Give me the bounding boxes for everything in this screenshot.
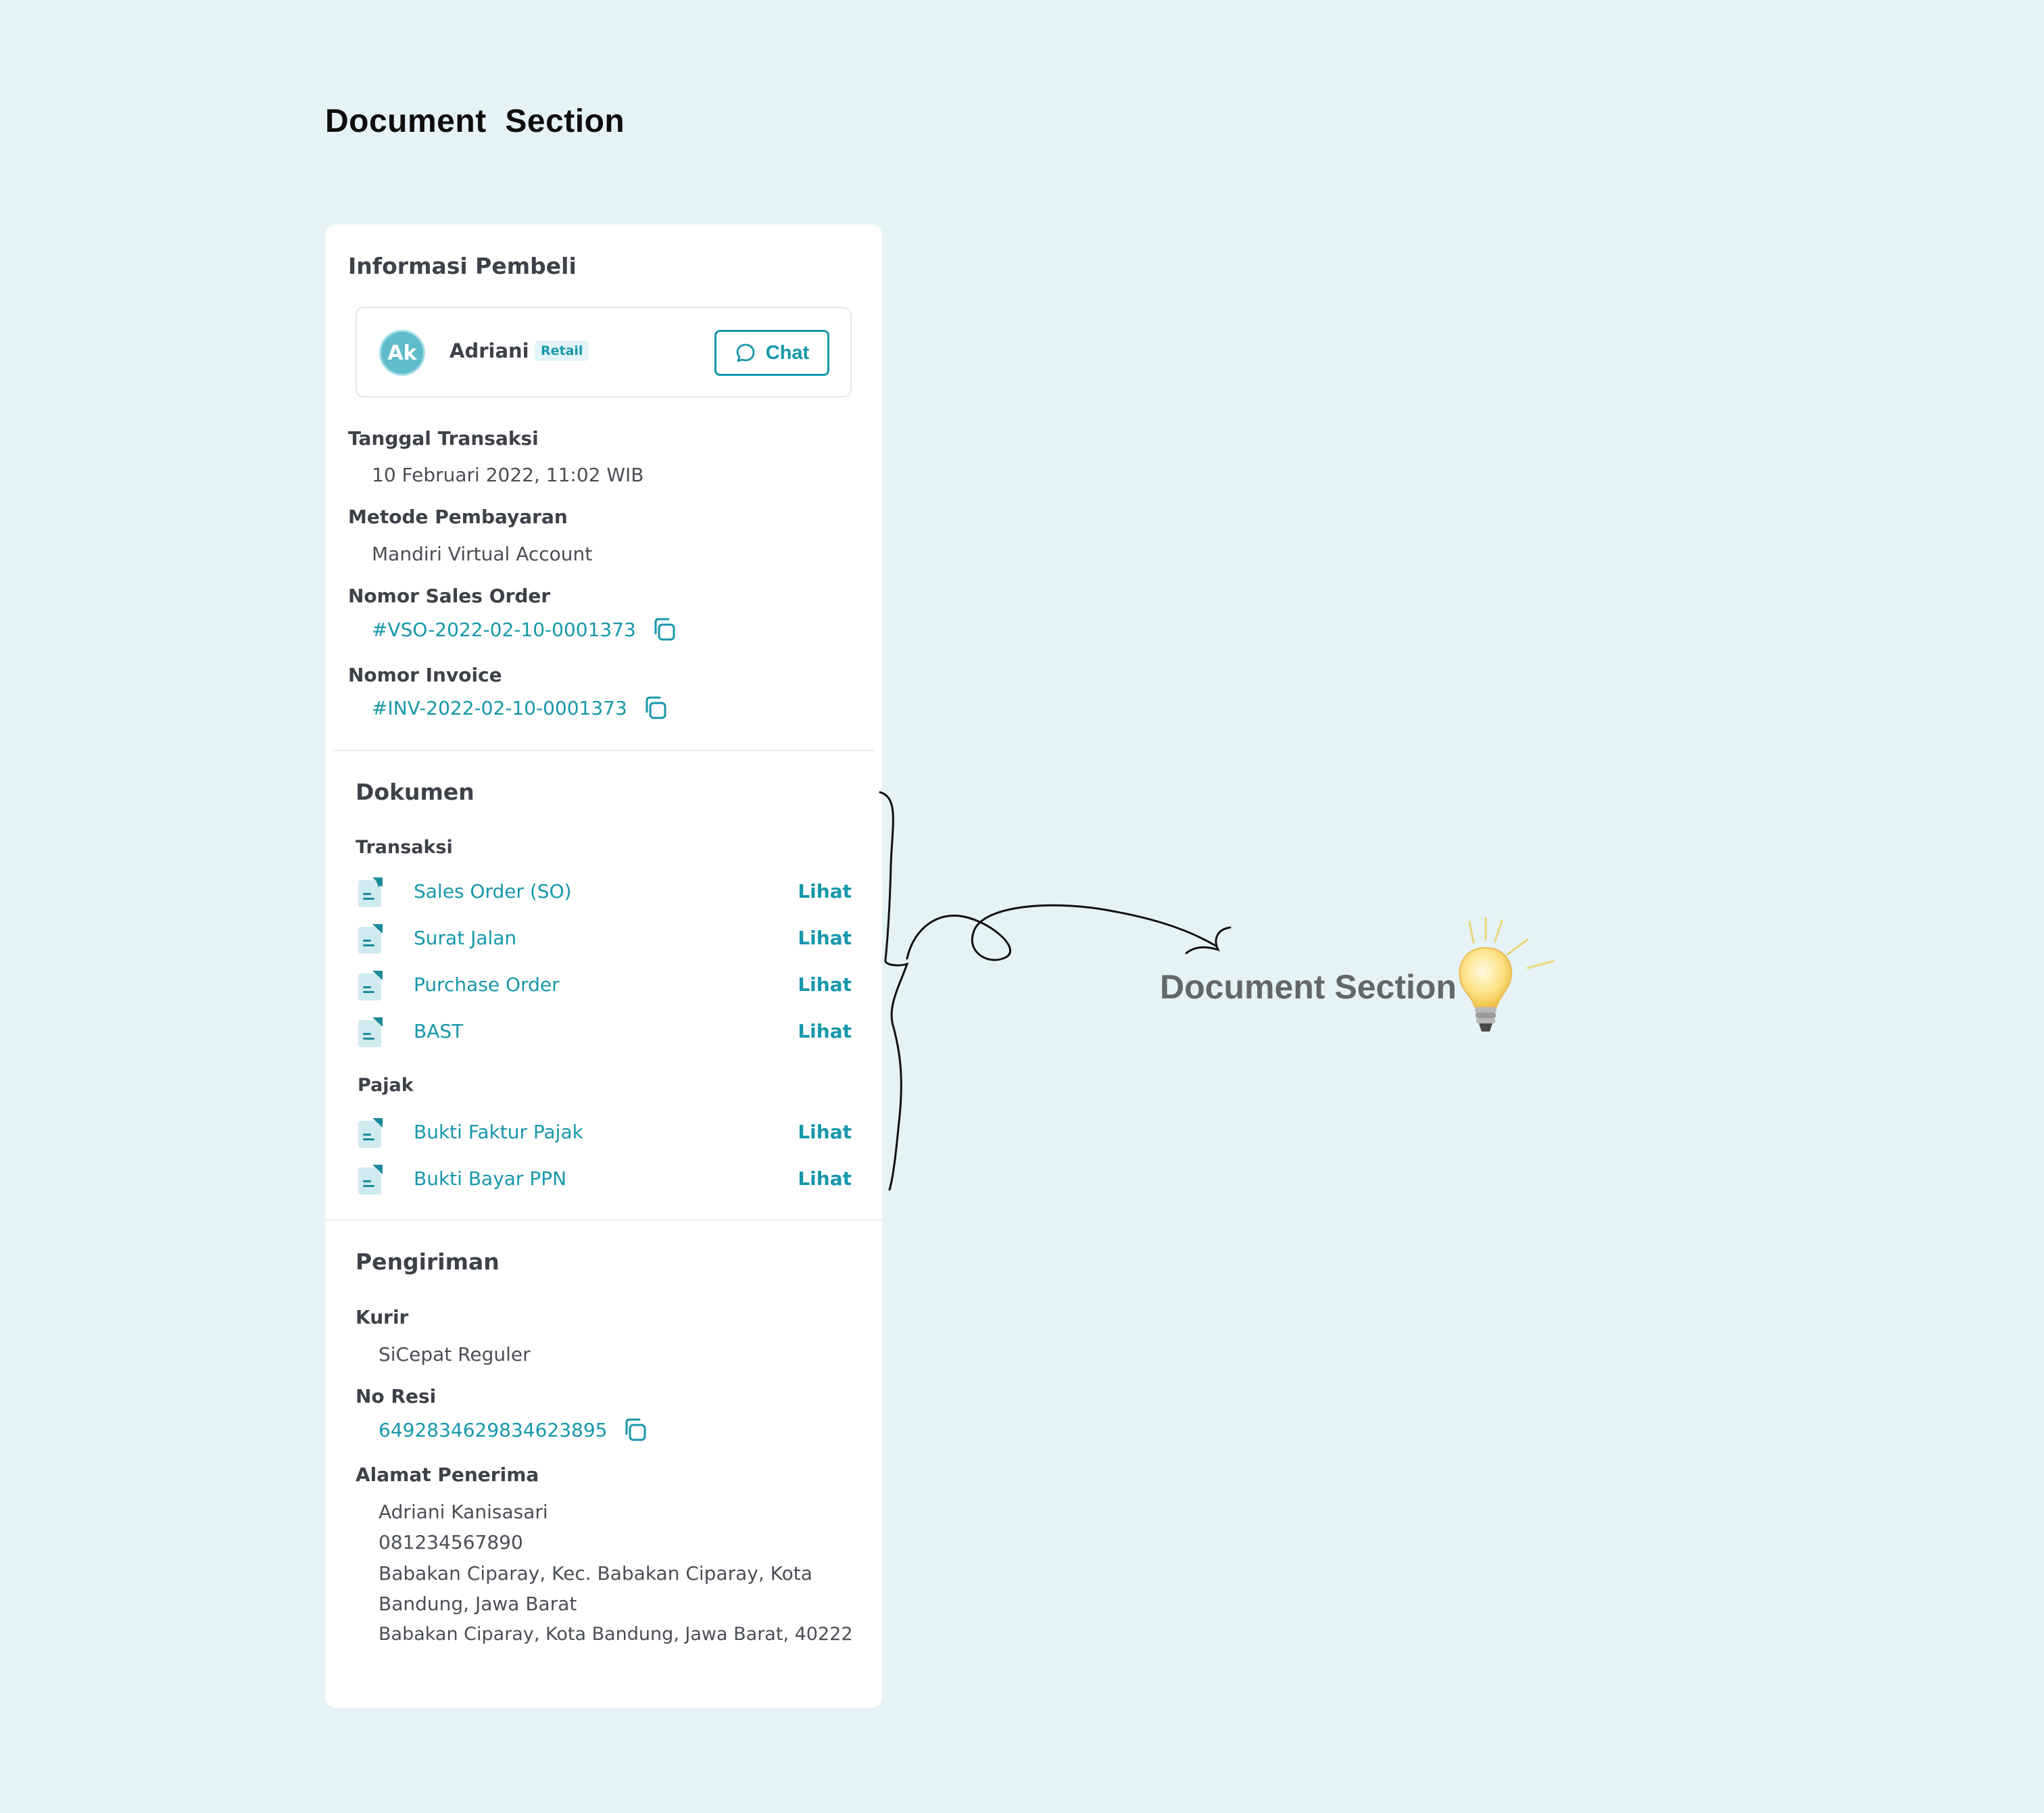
copy-icon[interactable]: [641, 694, 669, 722]
invoice-value[interactable]: #INV-2022-02-10-0001373: [372, 697, 627, 719]
transaction-date-label: Tanggal Transaksi: [348, 427, 539, 450]
doc-row-faktur-pajak[interactable]: Bukti Faktur Pajak Lihat: [356, 1115, 852, 1149]
address-line: Bandung, Jawa Barat: [379, 1593, 577, 1615]
doc-row-bayar-ppn[interactable]: Bukti Bayar PPN Lihat: [356, 1162, 852, 1196]
receipt-label: No Resi: [356, 1385, 437, 1407]
address-line: Babakan Ciparay, Kota Bandung, Jawa Bara…: [379, 1624, 853, 1645]
receipt-value[interactable]: 6492834629834623895: [379, 1419, 607, 1441]
receipt-number: 6492834629834623895: [379, 1416, 649, 1444]
doc-name[interactable]: Bukti Bayar PPN: [414, 1167, 566, 1190]
doc-row-bast[interactable]: BAST Lihat: [356, 1015, 852, 1048]
chat-button[interactable]: Chat: [714, 330, 829, 376]
view-link[interactable]: Lihat: [798, 1167, 852, 1190]
courier-label: Kurir: [356, 1306, 409, 1328]
view-link[interactable]: Lihat: [798, 973, 852, 996]
doc-name[interactable]: Surat Jalan: [414, 927, 516, 949]
documents-title: Dokumen: [356, 779, 474, 805]
document-icon: [358, 1017, 383, 1047]
recipient-phone: 081234567890: [379, 1531, 523, 1553]
document-icon: [358, 971, 383, 1000]
buyer-name: Adriani: [449, 339, 529, 362]
customer-type-badge: Retail: [535, 341, 589, 361]
doc-name[interactable]: Sales Order (SO): [414, 880, 572, 902]
sales-order-label: Nomor Sales Order: [348, 585, 551, 607]
sales-order-value[interactable]: #VSO-2022-02-10-0001373: [372, 619, 636, 641]
invoice-number: #INV-2022-02-10-0001373: [372, 694, 669, 722]
order-detail-card: Informasi Pembeli Ak Adriani Retail Chat…: [325, 224, 882, 1708]
doc-name[interactable]: BAST: [414, 1020, 463, 1042]
page-heading: Document Section: [325, 103, 625, 139]
invoice-label: Nomor Invoice: [348, 664, 502, 686]
sales-order-number: #VSO-2022-02-10-0001373: [372, 615, 678, 644]
buyer-box: Ak Adriani Retail Chat: [356, 307, 852, 397]
recipient-name: Adriani Kanisasari: [379, 1501, 548, 1523]
divider: [325, 1219, 882, 1221]
address-line: Babakan Ciparay, Kec. Babakan Ciparay, K…: [379, 1562, 812, 1585]
transaction-docs-label: Transaksi: [356, 837, 453, 858]
divider: [333, 750, 874, 751]
courier-value: SiCepat Reguler: [379, 1343, 531, 1365]
copy-icon[interactable]: [650, 615, 678, 644]
view-link[interactable]: Lihat: [798, 1121, 852, 1143]
payment-method-label: Metode Pembayaran: [348, 506, 568, 528]
doc-row-purchase-order[interactable]: Purchase Order Lihat: [356, 968, 852, 1002]
transaction-date-value: 10 Februari 2022, 11:02 WIB: [372, 464, 644, 486]
document-icon: [358, 877, 383, 907]
shipping-title: Pengiriman: [356, 1249, 500, 1275]
buyer-info-title: Informasi Pembeli: [348, 253, 577, 279]
doc-row-sales-order[interactable]: Sales Order (SO) Lihat: [356, 875, 852, 909]
doc-name[interactable]: Bukti Faktur Pajak: [414, 1121, 583, 1143]
doc-name[interactable]: Purchase Order: [414, 973, 560, 996]
copy-icon[interactable]: [620, 1416, 649, 1444]
lightbulb-icon: [1459, 917, 1555, 1032]
tax-docs-label: Pajak: [358, 1075, 414, 1096]
avatar: Ak: [379, 330, 425, 376]
view-link[interactable]: Lihat: [798, 1020, 852, 1042]
view-link[interactable]: Lihat: [798, 880, 852, 902]
payment-method-value: Mandiri Virtual Account: [372, 543, 593, 565]
annotation-label: Document Section: [1160, 968, 1457, 1006]
doc-row-surat-jalan[interactable]: Surat Jalan Lihat: [356, 921, 852, 955]
chat-bubble-icon: [736, 343, 755, 362]
view-link[interactable]: Lihat: [798, 927, 852, 949]
chat-label: Chat: [765, 341, 810, 364]
document-icon: [358, 1118, 383, 1148]
recipient-address-label: Alamat Penerima: [356, 1464, 539, 1486]
document-icon: [358, 1165, 383, 1194]
document-icon: [358, 924, 383, 954]
